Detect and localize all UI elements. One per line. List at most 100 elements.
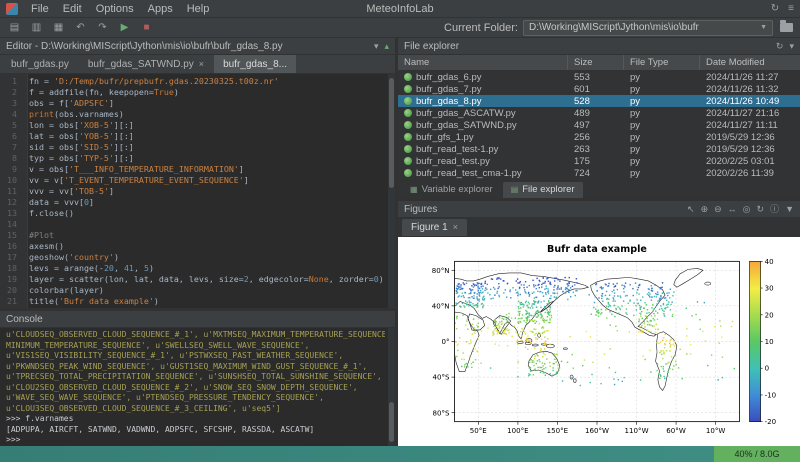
column-header-name[interactable]: Name <box>398 55 568 70</box>
editor-scrollbar[interactable] <box>388 74 395 308</box>
code-text: f.close() <box>22 208 74 219</box>
interrupt-icon[interactable]: ■ <box>139 23 154 33</box>
run-icon[interactable]: ▶ <box>117 23 132 33</box>
file-name: bufr_gdas_SATWND.py <box>416 120 517 131</box>
svg-text:110°W: 110°W <box>625 426 649 435</box>
file-row[interactable]: bufr_gdas_7.py601py2024/11/26 11:32 <box>398 83 800 95</box>
svg-text:150°E: 150°E <box>547 426 569 435</box>
console-scrollbar[interactable] <box>388 328 395 446</box>
line-number: 18 <box>0 263 22 274</box>
main-menu: FileEditOptionsAppsHelp <box>24 2 216 16</box>
column-header-size[interactable]: Size <box>568 55 624 70</box>
redo-icon[interactable]: ↷ <box>95 23 110 33</box>
file-row[interactable]: bufr_gdas_ASCATW.py489py2024/11/27 21:16 <box>398 107 800 119</box>
current-folder-combo[interactable]: D:\Working\MIScript\Jython\mis\io\bufr ▼ <box>523 20 773 36</box>
console-output-area[interactable]: u'CLOUDSEQ_OBSERVED_CLOUD_SEQUENCE_#_1',… <box>0 328 395 446</box>
zoom-out-icon[interactable]: ⊖ <box>714 205 722 214</box>
file-size-cell: 256 <box>568 132 624 143</box>
file-type-cell: py <box>624 132 700 143</box>
file-row[interactable]: bufr_read_test-1.py263py2019/5/29 12:36 <box>398 143 800 155</box>
code-line: 2f = addfile(fn, keepopen=True) <box>0 87 395 98</box>
python-file-icon <box>404 85 412 93</box>
collapse-panel-icon[interactable]: ▾ <box>374 42 379 51</box>
file-type-cell: py <box>624 72 700 83</box>
menu-apps[interactable]: Apps <box>141 2 180 16</box>
svg-text:160°W: 160°W <box>585 426 609 435</box>
rotate-icon[interactable]: ↻ <box>757 205 765 214</box>
console-scroll-thumb[interactable] <box>389 402 394 442</box>
close-icon[interactable]: × <box>453 223 458 232</box>
maximize-panel-icon[interactable]: ▴ <box>384 42 389 51</box>
file-row[interactable]: bufr_read_test_cma-1.py724py2020/2/26 11… <box>398 167 800 179</box>
column-header-date-modified[interactable]: Date Modified <box>700 55 800 70</box>
console-panel: Console u'CLOUDSEQ_OBSERVED_CLOUD_SEQUEN… <box>0 311 395 446</box>
svg-text:100°E: 100°E <box>507 426 529 435</box>
menu-icon[interactable]: ≡ <box>788 4 794 14</box>
editor-scroll-thumb[interactable] <box>389 78 394 188</box>
editor-tab[interactable]: bufr_gdas_SATWND.py× <box>79 55 213 73</box>
browse-folder-button[interactable] <box>780 23 793 32</box>
code-line: 7sid = obs['SID-5'][:] <box>0 142 395 153</box>
pan-icon[interactable]: ↔ <box>728 205 737 214</box>
collapse-panel-icon[interactable]: ▾ <box>789 42 794 51</box>
memory-indicator[interactable]: 40% / 8.0G <box>714 446 800 462</box>
console-output-line: u'VIS1SEQ_VISIBILITY_SEQUENCE_#_1', u'PS… <box>6 351 385 362</box>
close-icon[interactable]: × <box>199 60 204 69</box>
file-row[interactable]: bufr_gdas_SATWND.py497py2024/11/27 11:11 <box>398 119 800 131</box>
zoom-in-icon[interactable]: ⊕ <box>701 205 709 214</box>
refresh-icon[interactable]: ↻ <box>776 42 784 51</box>
new-file-icon[interactable]: ▤ <box>7 23 22 33</box>
code-text: fn = 'D:/Temp/bufr/prepbufr.gdas.2023032… <box>22 76 279 87</box>
file-size-cell: 497 <box>568 120 624 131</box>
line-number: 8 <box>0 153 22 164</box>
file-date-cell: 2024/11/26 11:27 <box>700 72 800 83</box>
save-icon[interactable]: ▦ <box>51 23 66 33</box>
figure-canvas[interactable]: Bufr data example 50°E 100°E 150°E 160°W 110°… <box>398 237 800 446</box>
undo-icon[interactable]: ↶ <box>73 23 88 33</box>
figure-title: Bufr data example <box>547 244 647 255</box>
file-row[interactable]: bufr_gdas_8.py528py2024/11/26 10:49 <box>398 95 800 107</box>
code-text: sid = obs['SID-5'][:] <box>22 142 134 153</box>
menubar-right-icons: ↻≡ <box>771 4 794 14</box>
identify-icon[interactable]: ⓘ <box>770 205 779 214</box>
open-file-icon[interactable]: ▥ <box>29 23 44 33</box>
menu-help[interactable]: Help <box>180 2 217 16</box>
tab-file-explorer[interactable]: ▤File explorer <box>503 182 583 198</box>
code-text: vv = v['T_EVENT_TEMPERATURE_EVENT_SEQUEN… <box>22 175 249 186</box>
chevron-down-icon[interactable]: ▼ <box>760 24 767 31</box>
app-logo-icon <box>6 3 18 15</box>
menu-options[interactable]: Options <box>89 2 141 16</box>
figure-tab-label: Figure 1 <box>411 222 448 233</box>
line-number: 14 <box>0 219 22 230</box>
editor-code-area[interactable]: 1fn = 'D:/Temp/bufr/prepbufr.gdas.202303… <box>0 74 395 308</box>
file-date-cell: 2024/11/26 10:49 <box>700 96 800 107</box>
save-figure-icon[interactable]: ▼ <box>785 205 794 214</box>
code-text: obs = f['ADPSFC'] <box>22 98 114 109</box>
svg-text:50°E: 50°E <box>470 426 488 435</box>
pointer-icon[interactable]: ↖ <box>687 205 695 214</box>
line-number: 20 <box>0 285 22 296</box>
refresh-icon[interactable]: ↻ <box>771 4 779 14</box>
code-line: 11vvv = vv['TOB-5'] <box>0 186 395 197</box>
file-row[interactable]: bufr_gfs_1.py256py2019/5/29 12:36 <box>398 131 800 143</box>
line-number: 9 <box>0 164 22 175</box>
tab-variable-explorer[interactable]: ▦Variable explorer <box>402 182 501 198</box>
file-date-cell: 2024/11/27 21:16 <box>700 108 800 119</box>
figure-tab[interactable]: Figure 1 × <box>402 219 467 236</box>
file-name: bufr_read_test_cma-1.py <box>416 168 522 179</box>
code-line: 15#Plot <box>0 230 395 241</box>
explorer-tab-bar: ▦Variable explorer▤File explorer <box>398 180 800 198</box>
code-text: data = vvv[0] <box>22 197 94 208</box>
editor-tab[interactable]: bufr_gdas_8... <box>214 55 296 73</box>
file-row[interactable]: bufr_gdas_6.py553py2024/11/26 11:27 <box>398 71 800 83</box>
menu-edit[interactable]: Edit <box>56 2 89 16</box>
editor-tab-label: bufr_gdas_8... <box>223 59 287 70</box>
file-row[interactable]: bufr_read_test.py175py2020/2/25 03:01 <box>398 155 800 167</box>
menu-file[interactable]: File <box>24 2 56 16</box>
column-header-file-type[interactable]: File Type <box>624 55 700 70</box>
file-explorer-panel: File explorer ↻▾ NameSizeFile TypeDate M… <box>398 38 800 198</box>
full-extent-icon[interactable]: ◎ <box>743 205 751 214</box>
code-text <box>22 219 29 230</box>
editor-tab[interactable]: bufr_gdas.py <box>2 55 78 73</box>
python-file-icon <box>404 97 412 105</box>
